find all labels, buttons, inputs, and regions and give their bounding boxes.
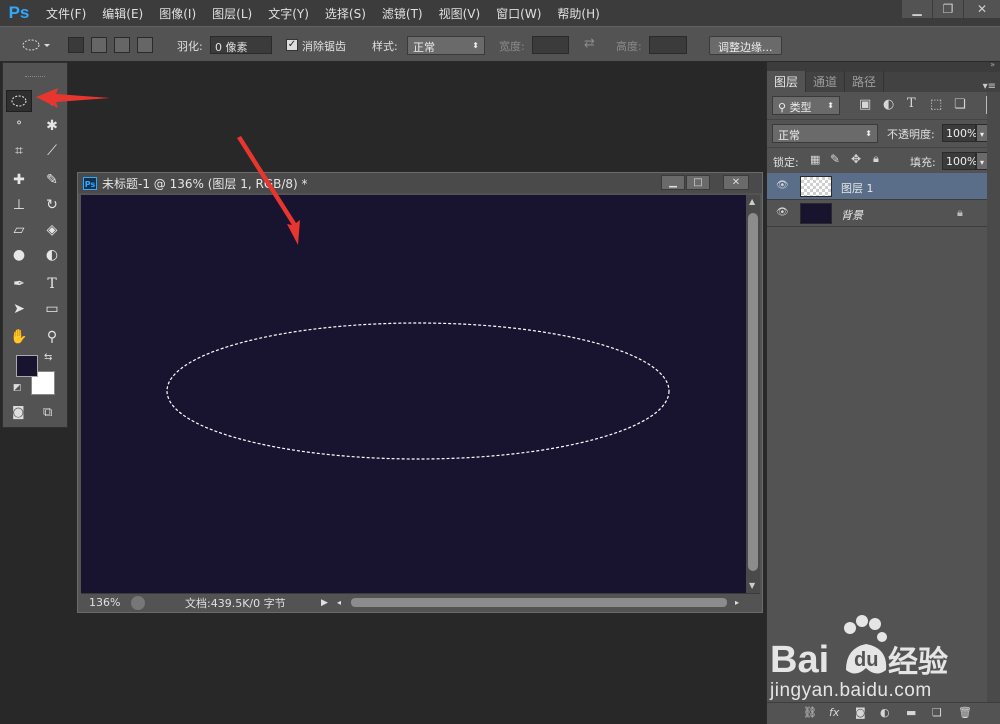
collapse-icon[interactable]: » xyxy=(990,60,995,69)
layer-name: 图层 1 xyxy=(841,182,874,195)
fx-icon[interactable]: fx xyxy=(829,706,839,719)
layers-scrollbar[interactable] xyxy=(987,92,1000,702)
filter-kind-value: ⚲ 类型 xyxy=(778,99,812,114)
blend-mode-value: 正常 xyxy=(778,129,800,142)
eye-icon[interactable]: 👁︎ xyxy=(776,180,789,191)
layer-row-layer1[interactable]: 👁︎ 图层 1 xyxy=(767,173,987,200)
tab-paths[interactable]: 路径 xyxy=(845,71,885,92)
svg-text:du: du xyxy=(854,649,878,671)
chevron-down-icon: ▾ xyxy=(980,158,985,167)
lock-transparent-icon[interactable]: ▦ xyxy=(810,153,820,166)
filter-shape-icon[interactable]: ⬚ xyxy=(930,97,942,112)
layer-thumbnail xyxy=(800,176,832,197)
layers-panel-footer: ⛓ fx ◙ ◐ ▬ ❏ 🗑︎ xyxy=(767,702,1000,724)
svg-text:经验: 经验 xyxy=(888,645,948,680)
red-arrow-to-tool xyxy=(36,88,110,108)
search-icon: ⚲ xyxy=(778,101,790,114)
layer-filter-row: ⚲ 类型 ⬍ ▣ ◐ T ⬚ ❏ xyxy=(767,92,1000,120)
svg-text:Bai: Bai xyxy=(770,639,829,681)
lock-row: 锁定: ▦ ✎ ✥ 🔒︎ 填充: 100% ▾ xyxy=(767,148,1000,176)
blend-mode-select[interactable]: 正常 ⬍ xyxy=(772,124,878,143)
updown-arrows-icon: ⬍ xyxy=(827,101,834,110)
lock-label: 锁定: xyxy=(773,156,799,169)
lock-position-icon[interactable]: ✥ xyxy=(851,152,861,166)
watermark-url: jingyan.baidu.com xyxy=(770,680,932,701)
red-arrow-to-canvas xyxy=(237,136,300,245)
link-layers-icon[interactable]: ⛓ xyxy=(803,706,817,719)
fill-input[interactable]: 100% xyxy=(942,152,977,170)
layer-thumbnail xyxy=(800,203,832,224)
blend-row: 正常 ⬍ 不透明度: 100% ▾ xyxy=(767,120,1000,148)
layer-row-background[interactable]: 👁︎ 背景 🔒︎ xyxy=(767,200,987,227)
updown-arrows-icon: ⬍ xyxy=(865,129,872,138)
new-group-icon[interactable]: ▬ xyxy=(906,706,916,719)
fill-label: 填充: xyxy=(910,156,936,169)
filter-kind-select[interactable]: ⚲ 类型 ⬍ xyxy=(772,96,840,115)
opacity-label: 不透明度: xyxy=(887,128,935,141)
filter-pixel-icon[interactable]: ▣ xyxy=(859,97,871,112)
panel-menu-icon[interactable]: ▾≡ xyxy=(983,81,996,92)
filter-adjustment-icon[interactable]: ◐ xyxy=(883,97,894,112)
adjustment-layer-icon[interactable]: ◐ xyxy=(880,706,890,719)
layer-name: 背景 xyxy=(841,209,863,222)
lock-image-icon[interactable]: ✎ xyxy=(830,152,840,166)
filter-kind-text: 类型 xyxy=(789,101,812,114)
opacity-input[interactable]: 100% xyxy=(942,124,977,142)
add-mask-icon[interactable]: ◙ xyxy=(855,706,866,719)
delete-layer-icon[interactable]: 🗑︎ xyxy=(958,706,972,719)
filter-type-icon[interactable]: T xyxy=(907,96,916,111)
tab-layers[interactable]: 图层 xyxy=(767,71,807,92)
filter-smart-object-icon[interactable]: ❏ xyxy=(954,97,966,112)
tab-channels[interactable]: 通道 xyxy=(806,71,846,92)
lock-icon: 🔒︎ xyxy=(957,206,963,219)
chevron-down-icon: ▾ xyxy=(980,130,985,139)
lock-all-icon[interactable]: 🔒︎ xyxy=(873,152,879,166)
panel-tabs: 图层 通道 路径 ▾≡ xyxy=(767,71,1000,92)
new-layer-icon[interactable]: ❏ xyxy=(932,706,942,719)
eye-icon[interactable]: 👁︎ xyxy=(776,207,789,218)
